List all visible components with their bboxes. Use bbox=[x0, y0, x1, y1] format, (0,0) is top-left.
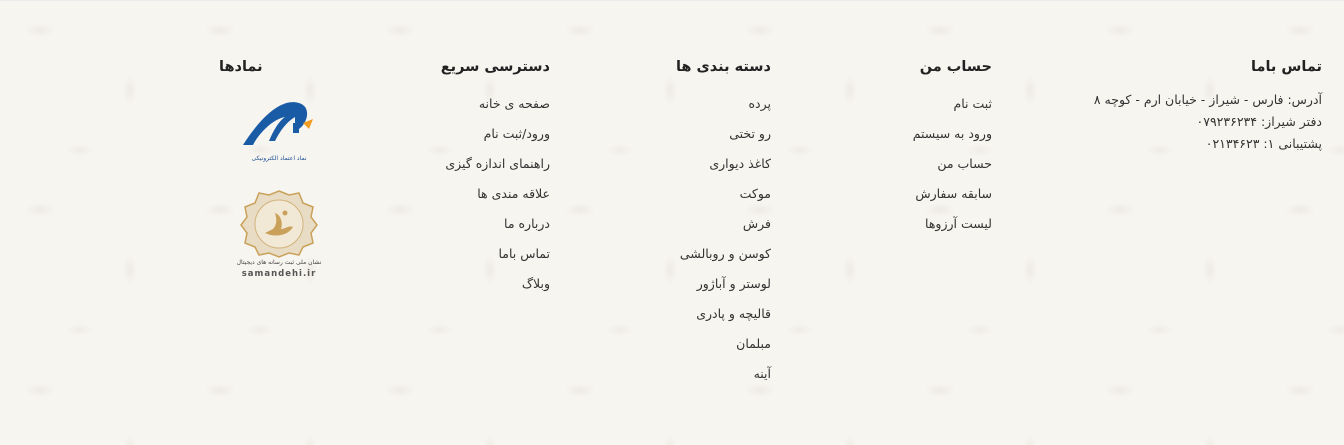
quick-access-links: صفحه ی خانه ورود/ثبت نام راهنمای اندازه … bbox=[441, 89, 550, 299]
quick-link-contact[interactable]: تماس باما bbox=[441, 239, 550, 269]
account-links: ثبت نام ورود به سیستم حساب من سابقه سفار… bbox=[913, 89, 992, 239]
categories-column: دسته بندی ها پرده رو تختی کاغذ دیواری مو… bbox=[676, 57, 771, 389]
badges-title: نمادها bbox=[219, 59, 263, 75]
contact-address: آدرس: فارس - شیراز - خیابان ارم - کوچه ۸ bbox=[1093, 92, 1322, 107]
samandehi-seal-icon bbox=[240, 190, 318, 258]
account-link-login[interactable]: ورود به سیستم bbox=[913, 119, 992, 149]
samandehi-badge[interactable]: نشان ملی ثبت رسانه های دیجیتال samandehi… bbox=[229, 189, 329, 289]
quick-link-blog[interactable]: وبلاگ bbox=[441, 269, 550, 299]
category-link-mirror[interactable]: آینه bbox=[676, 359, 771, 389]
site-footer: تماس باما آدرس: فارس - شیراز - خیابان ار… bbox=[0, 0, 1344, 445]
contact-column: تماس باما آدرس: فارس - شیراز - خیابان ار… bbox=[1094, 57, 1322, 155]
category-link-lighting[interactable]: لوستر و آباژور bbox=[676, 269, 771, 299]
samandehi-url: samandehi.ir bbox=[241, 269, 317, 279]
quick-link-home[interactable]: صفحه ی خانه bbox=[441, 89, 550, 119]
trust-badges-column: نمادها نماد اعتماد الکترونیکی نشان ملی ث… bbox=[219, 57, 329, 289]
account-column: حساب من ثبت نام ورود به سیستم حساب من سا… bbox=[913, 57, 992, 239]
category-link-mats[interactable]: قالیچه و پادری bbox=[676, 299, 771, 329]
account-link-my-account[interactable]: حساب من bbox=[913, 149, 992, 179]
samandehi-label: نشان ملی ثبت رسانه های دیجیتال bbox=[236, 259, 322, 266]
quick-access-column: دسترسی سریع صفحه ی خانه ورود/ثبت نام راه… bbox=[441, 57, 550, 299]
quick-link-size-guide[interactable]: راهنمای اندازه گیزی bbox=[441, 149, 550, 179]
quick-link-login-register[interactable]: ورود/ثبت نام bbox=[441, 119, 550, 149]
category-link-bedspread[interactable]: رو تختی bbox=[676, 119, 771, 149]
quick-access-title: دسترسی سریع bbox=[440, 59, 550, 75]
categories-title: دسته بندی ها bbox=[675, 59, 771, 75]
enamad-badge[interactable]: نماد اعتماد الکترونیکی bbox=[229, 93, 329, 173]
enamad-label: نماد اعتماد الکترونیکی bbox=[251, 155, 307, 162]
category-link-carpet-tile[interactable]: موکت bbox=[676, 179, 771, 209]
quick-link-about[interactable]: درباره ما bbox=[441, 209, 550, 239]
category-link-rug[interactable]: فرش bbox=[676, 209, 771, 239]
contact-title: تماس باما bbox=[1251, 59, 1322, 75]
contact-support-phone: پشتیبانی ۱: ۰۲۱۳۴۶۲۳ bbox=[1205, 136, 1322, 151]
category-links: پرده رو تختی کاغذ دیواری موکت فرش کوسن و… bbox=[676, 89, 771, 389]
category-link-furniture[interactable]: مبلمان bbox=[676, 329, 771, 359]
contact-office-phone: دفتر شیراز: ۰۷۹۲۳۶۲۳۴ bbox=[1196, 114, 1322, 129]
account-title: حساب من bbox=[919, 59, 992, 75]
account-link-wishlist[interactable]: لیست آرزوها bbox=[913, 209, 992, 239]
account-link-register[interactable]: ثبت نام bbox=[913, 89, 992, 119]
enamad-logo-icon bbox=[243, 102, 313, 145]
category-link-curtain[interactable]: پرده bbox=[676, 89, 772, 119]
account-link-order-history[interactable]: سابقه سفارش bbox=[913, 179, 992, 209]
quick-link-favorites[interactable]: علاقه مندی ها bbox=[441, 179, 550, 209]
category-link-wallpaper[interactable]: کاغذ دیواری bbox=[676, 149, 771, 179]
category-link-cushions[interactable]: کوسن و روبالشی bbox=[676, 239, 771, 269]
